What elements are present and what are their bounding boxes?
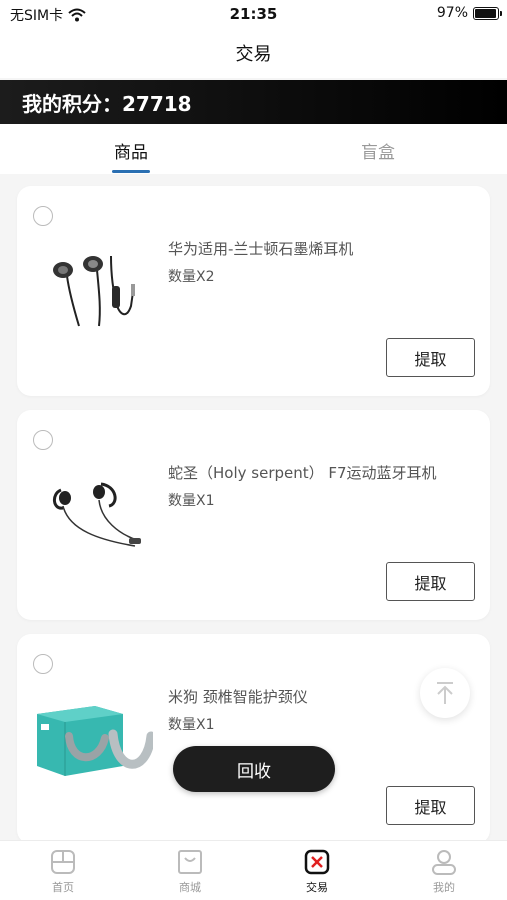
nav-bar: 交易: [0, 28, 507, 78]
tabbar-label: 首页: [52, 881, 74, 894]
item-card: 华为适用-兰士顿石墨烯耳机 数量X2 提取: [17, 186, 490, 396]
tabbar-label: 商城: [179, 881, 201, 894]
extract-button[interactable]: 提取: [386, 786, 475, 825]
bottom-tab-bar: 首页 商城 交易 我的: [0, 840, 507, 900]
mall-icon: [178, 850, 202, 874]
tab-goods[interactable]: 商品: [71, 138, 191, 163]
item-card: 蛇圣（Holy serpent） F7运动蓝牙耳机 数量X1 提取: [17, 410, 490, 620]
battery-icon: [473, 6, 502, 20]
item-quantity: 数量X1: [168, 717, 215, 733]
extract-button[interactable]: 提取: [386, 338, 475, 377]
tab-active-indicator: [112, 170, 150, 173]
tabbar-item-home[interactable]: 首页: [23, 849, 103, 895]
status-time: 21:35: [229, 5, 278, 23]
item-name: 华为适用-兰士顿石墨烯耳机: [168, 240, 354, 258]
recycle-button[interactable]: 回收: [173, 746, 335, 792]
tabbar-label: 交易: [306, 881, 328, 894]
select-radio[interactable]: [33, 654, 53, 674]
trade-icon: [304, 849, 330, 875]
tabbar-item-profile[interactable]: 我的: [404, 849, 484, 895]
page-title: 交易: [235, 44, 272, 65]
status-bar: 无SIM卡 21:35 97%: [0, 0, 507, 28]
extract-button[interactable]: 提取: [386, 562, 475, 601]
item-quantity: 数量X2: [168, 269, 215, 285]
wired-earphones-image: [35, 230, 153, 342]
profile-icon: [432, 850, 456, 875]
category-tabs: 商品 盲盒: [0, 124, 507, 174]
tabbar-item-trade[interactable]: 交易: [277, 849, 357, 895]
scroll-to-top-button[interactable]: [420, 668, 470, 718]
item-name: 蛇圣（Holy serpent） F7运动蓝牙耳机: [168, 464, 437, 482]
item-quantity: 数量X1: [168, 493, 215, 509]
points-banner: 我的积分：27718: [0, 80, 507, 124]
tabbar-item-mall[interactable]: 商城: [150, 849, 230, 895]
battery-info: 97%: [436, 5, 502, 21]
points-text: 我的积分：27718: [22, 91, 192, 116]
tab-blind-box[interactable]: 盲盒: [318, 138, 438, 163]
battery-percent: 97%: [436, 5, 468, 21]
sport-bluetooth-earphones-image: [35, 454, 153, 566]
item-card: 米狗 颈椎智能护颈仪 数量X1 提取: [17, 634, 490, 844]
item-name: 米狗 颈椎智能护颈仪: [168, 688, 308, 706]
tabbar-label: 我的: [433, 881, 455, 894]
select-radio[interactable]: [33, 430, 53, 450]
neck-massager-image: [35, 678, 153, 790]
arrow-up-icon: [437, 682, 453, 704]
home-icon: [51, 850, 75, 874]
select-radio[interactable]: [33, 206, 53, 226]
